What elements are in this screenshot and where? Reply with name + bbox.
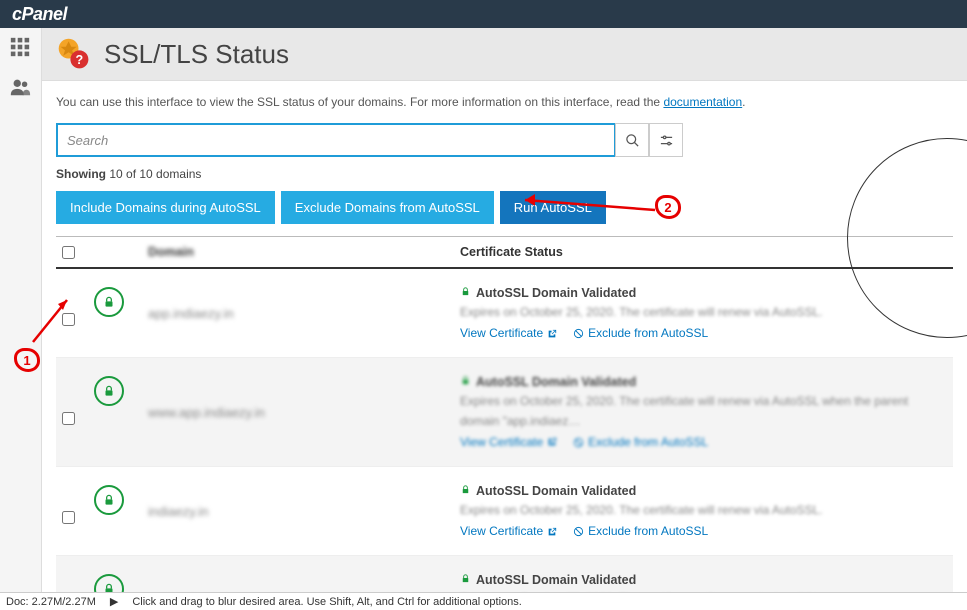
content: You can use this interface to view the S…	[42, 81, 967, 592]
external-link-icon	[547, 437, 557, 447]
sliders-icon	[659, 133, 674, 148]
view-certificate-link[interactable]: View Certificate	[460, 522, 557, 541]
annotation-1: 1	[14, 348, 40, 372]
status-validated: AutoSSL Domain Validated	[476, 481, 636, 501]
documentation-link[interactable]: documentation	[663, 95, 742, 109]
top-bar: cPanel	[0, 0, 967, 28]
table-row: app.indiaezy.in AutoSSL Domain Validated E…	[56, 269, 953, 358]
status-cell: AutoSSL Domain ValidatedExpires on Octob…	[460, 570, 947, 592]
table-header: Domain Certificate Status	[56, 236, 953, 269]
lock-mini-icon	[460, 481, 471, 501]
brand-logo: cPanel	[12, 4, 67, 25]
exclude-from-autossl-link[interactable]: Exclude from AutoSSL	[573, 433, 708, 452]
status-expires: Expires on October 25, 2020. The certifi…	[460, 392, 947, 430]
exclude-from-autossl-link[interactable]: Exclude from AutoSSL	[573, 324, 708, 343]
users-icon[interactable]	[9, 76, 33, 100]
page-title: SSL/TLS Status	[104, 39, 289, 70]
status-validated: AutoSSL Domain Validated	[476, 283, 636, 303]
domain-cell: app.indiaezy.in	[148, 283, 460, 343]
intro-pre: You can use this interface to view the S…	[56, 95, 663, 109]
footer-hint: Click and drag to blur desired area. Use…	[132, 596, 522, 608]
status-cell: AutoSSL Domain ValidatedExpires on Octob…	[460, 372, 947, 452]
row-checkbox[interactable]	[62, 511, 75, 524]
status-validated: AutoSSL Domain Validated	[476, 372, 636, 392]
status-expires: Expires on October 25, 2020. The certifi…	[460, 501, 947, 520]
status-bar: Doc: 2.27M/2.27M ▶ Click and drag to blu…	[0, 592, 967, 610]
lock-mini-icon	[460, 570, 471, 590]
domain-cell: mail.indiaezy.in	[148, 570, 460, 592]
grid-icon[interactable]	[9, 36, 33, 60]
external-link-icon	[547, 329, 557, 339]
ban-icon	[573, 437, 584, 448]
view-certificate-link[interactable]: View Certificate	[460, 433, 557, 452]
lock-status-icon	[94, 376, 124, 406]
ban-icon	[573, 526, 584, 537]
row-checkbox[interactable]	[62, 412, 75, 425]
annotation-2: 2	[655, 195, 681, 219]
external-link-icon	[547, 527, 557, 537]
search-row	[56, 123, 953, 157]
lock-status-icon	[94, 485, 124, 515]
column-domain: Domain	[148, 245, 194, 259]
domain-cell: www.app.indiaezy.in	[148, 372, 460, 452]
showing-count: 10 of 10 domains	[109, 167, 201, 181]
lock-status-icon	[94, 574, 124, 592]
lock-status-icon	[94, 287, 124, 317]
domain-cell: indiaezy.in	[148, 481, 460, 541]
lock-mini-icon	[460, 372, 471, 392]
main-panel: ? SSL/TLS Status You can use this interf…	[42, 28, 967, 592]
doc-size: Doc: 2.27M/2.27M	[6, 596, 96, 608]
settings-button[interactable]	[649, 123, 683, 157]
page-header: ? SSL/TLS Status	[42, 28, 967, 81]
table-row: mail.indiaezy.inAutoSSL Domain Validated…	[56, 556, 953, 592]
svg-text:?: ?	[76, 53, 84, 67]
view-certificate-link[interactable]: View Certificate	[460, 324, 557, 343]
layout: ? SSL/TLS Status You can use this interf…	[0, 28, 967, 592]
search-button[interactable]	[615, 123, 649, 157]
ssl-status-icon: ?	[56, 36, 92, 72]
domains-table: Domain Certificate Status app.indiaezy.i…	[56, 236, 953, 592]
showing-text: Showing 10 of 10 domains	[56, 167, 953, 181]
table-row: indiaezy.inAutoSSL Domain ValidatedExpir…	[56, 467, 953, 556]
search-input[interactable]	[56, 123, 616, 157]
exclude-from-autossl-link[interactable]: Exclude from AutoSSL	[573, 522, 708, 541]
annotation-arrow-1	[25, 290, 75, 350]
lock-mini-icon	[460, 283, 471, 303]
search-icon	[625, 133, 640, 148]
intro-post: .	[742, 95, 745, 109]
table-row: www.app.indiaezy.inAutoSSL Domain Valida…	[56, 358, 953, 467]
status-cell: AutoSSL Domain ValidatedExpires on Octob…	[460, 481, 947, 541]
annotation-arrow-2	[510, 190, 660, 230]
action-buttons: Include Domains during AutoSSL Exclude D…	[56, 191, 953, 224]
ban-icon	[573, 328, 584, 339]
play-icon: ▶	[110, 595, 118, 608]
showing-label: Showing	[56, 167, 106, 181]
intro-text: You can use this interface to view the S…	[56, 95, 953, 109]
include-domains-button[interactable]: Include Domains during AutoSSL	[56, 191, 275, 224]
status-validated: AutoSSL Domain Validated	[476, 570, 636, 590]
exclude-domains-button[interactable]: Exclude Domains from AutoSSL	[281, 191, 494, 224]
select-all-checkbox[interactable]	[62, 246, 75, 259]
